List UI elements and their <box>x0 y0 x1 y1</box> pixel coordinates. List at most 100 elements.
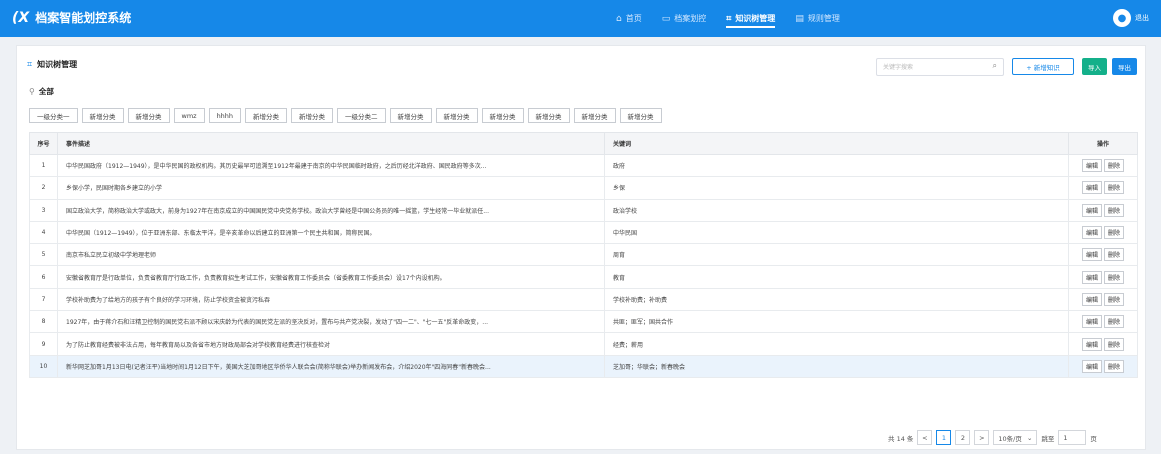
category-tabs: 一级分类一 新增分类 新增分类 wmz hhhh 新增分类 新增分类 一级分类二… <box>29 108 662 123</box>
jump-page-input[interactable]: 1 <box>1058 430 1087 445</box>
col-header-ops: 操作 <box>1068 132 1138 155</box>
edit-button[interactable]: 编辑 <box>1081 292 1102 306</box>
row-number: 7 <box>29 287 58 312</box>
pagination: 共 14 条 < 1 2 > 10条/页 ⌄ 跳至 1 页 <box>888 430 1097 445</box>
row-actions: 编辑 删除 <box>1068 153 1138 178</box>
search-box: ⌕ <box>876 58 1004 76</box>
row-description: 学校补助费为了给地方的孩子有个良好的学习环境，防止学校资金被贪污私吞 <box>57 287 605 312</box>
nav-rules[interactable]: ▤ 规则管理 <box>795 0 840 37</box>
prev-page-button[interactable]: < <box>917 430 933 445</box>
nav-archive[interactable]: ▭ 档案划控 <box>662 0 707 37</box>
edit-button[interactable]: 编辑 <box>1081 226 1102 240</box>
export-button[interactable]: 导出 <box>1112 58 1137 75</box>
knowledge-table: 序号 事件描述 关键词 操作 1 中华民国政府（1912—1949），是中华民国的… <box>29 132 1138 378</box>
edit-button[interactable]: 编辑 <box>1081 315 1102 329</box>
table-row: 6 安徽省教育厅是行政单位，负责省教育厅行政工作，负责教育招生考试工作，安徽省教育… <box>29 265 1138 289</box>
delete-button[interactable]: 删除 <box>1104 226 1125 240</box>
category-tab[interactable]: 新增分类 <box>435 108 478 123</box>
category-tab[interactable]: 新增分类 <box>291 108 334 123</box>
page-size-value: 10条/页 <box>998 434 1022 443</box>
row-number: 1 <box>29 153 58 178</box>
edit-button[interactable]: 编辑 <box>1081 359 1102 373</box>
next-page-button[interactable]: > <box>974 430 990 445</box>
row-description: 安徽省教育厅是行政单位，负责省教育厅行政工作，负责教育招生考试工作，安徽省教育工… <box>57 265 605 289</box>
logo-mark-icon: (X <box>12 9 30 26</box>
row-actions: 编辑 删除 <box>1068 198 1138 222</box>
delete-button[interactable]: 删除 <box>1104 359 1125 373</box>
table-row: 2 乡保小学，民国时期各乡建立的小学 乡保 编辑 删除 <box>29 176 1138 200</box>
row-description: 乡保小学，民国时期各乡建立的小学 <box>57 176 605 200</box>
row-keyword: 芝加哥；华联会；新春晚会 <box>604 354 1069 378</box>
row-keyword: 政治学校 <box>604 198 1069 222</box>
category-tab[interactable]: 新增分类 <box>527 108 570 123</box>
row-description: 为了防止教育经费被非法占用，每年教育局以及各省市地方财政局部会对学校教育经费进行… <box>57 332 605 356</box>
delete-button[interactable]: 删除 <box>1104 203 1125 217</box>
category-tab[interactable]: 新增分类 <box>389 108 432 123</box>
search-icon[interactable]: ⌕ <box>993 61 997 71</box>
category-tab[interactable]: 一级分类一 <box>29 108 78 123</box>
table-row: 3 国立政治大学，简称政治大学或政大，前身为1927年在南京成立的中国国民党中央党… <box>29 198 1138 222</box>
nav-rules-label: 规则管理 <box>807 14 840 23</box>
delete-button[interactable]: 删除 <box>1104 292 1125 306</box>
edit-button[interactable]: 编辑 <box>1081 181 1102 195</box>
row-actions: 编辑 删除 <box>1068 332 1138 356</box>
category-tab[interactable]: 新增分类 <box>127 108 170 123</box>
row-actions: 编辑 删除 <box>1068 265 1138 289</box>
row-description: 南京市私立民立初级中学地理老师 <box>57 243 605 267</box>
user-avatar-icon: ● <box>1113 9 1131 27</box>
app-title: 档案智能划控系统 <box>35 11 132 25</box>
row-actions: 编辑 删除 <box>1068 354 1138 378</box>
table-row: 1 中华民国政府（1912—1949），是中华民国的政权机构。其历史最早可追溯至1… <box>29 153 1138 178</box>
edit-button[interactable]: 编辑 <box>1081 159 1102 173</box>
category-tab[interactable]: 新增分类 <box>619 108 662 123</box>
category-tab[interactable]: 新增分类 <box>573 108 616 123</box>
category-tab[interactable]: hhhh <box>208 108 242 123</box>
category-tab[interactable]: 新增分类 <box>245 108 288 123</box>
search-input[interactable] <box>877 59 981 75</box>
category-tab[interactable]: 一级分类二 <box>337 108 386 123</box>
logout-link[interactable]: 退出 <box>1135 13 1149 23</box>
table-row: 8 1927年，由于蒋介石和汪精卫控制的国民党右派不顾以宋庆龄为代表的国民党左派的… <box>29 310 1138 334</box>
add-knowledge-button[interactable]: + 新增知识 <box>1012 58 1074 75</box>
edit-button[interactable]: 编辑 <box>1081 203 1102 217</box>
import-button[interactable]: 导入 <box>1082 58 1107 75</box>
nav-archive-label: 档案划控 <box>674 14 707 23</box>
table-row: 4 中华民国（1912—1949），位于亚洲东部、东临太平洋，是辛亥革命以后建立的… <box>29 220 1138 245</box>
delete-button[interactable]: 删除 <box>1104 270 1125 284</box>
row-description: 新华网芝加哥1月13日电(记者汪平)当地时间1月12日下午，美国大芝加哥地区华侨… <box>57 354 605 378</box>
nav-knowledge-tree[interactable]: ⌗ 知识树管理 <box>726 0 776 37</box>
page-button-2[interactable]: 2 <box>955 430 971 445</box>
row-actions: 编辑 删除 <box>1068 220 1138 245</box>
row-actions: 编辑 删除 <box>1068 243 1138 267</box>
row-number: 10 <box>29 354 58 378</box>
page-size-select[interactable]: 10条/页 ⌄ <box>993 430 1038 445</box>
chevron-down-icon: ⌄ <box>1026 433 1033 442</box>
all-filter[interactable]: ⚲ 全部 <box>29 86 54 97</box>
col-header-desc: 事件描述 <box>57 132 605 155</box>
edit-button[interactable]: 编辑 <box>1081 270 1102 284</box>
table-header-row: 序号 事件描述 关键词 操作 <box>29 132 1138 155</box>
edit-button[interactable]: 编辑 <box>1081 337 1102 351</box>
page-button-1[interactable]: 1 <box>936 430 952 445</box>
delete-button[interactable]: 删除 <box>1104 159 1125 173</box>
table-row: 10 新华网芝加哥1月13日电(记者汪平)当地时间1月12日下午，美国大芝加哥地区… <box>29 354 1138 378</box>
nav-home[interactable]: ⌂ 首页 <box>616 0 642 37</box>
row-keyword: 学校补助费；补助费 <box>604 287 1069 312</box>
row-description: 中华民国政府（1912—1949），是中华民国的政权机构。其历史最早可追溯至19… <box>57 153 605 178</box>
table-row: 7 学校补助费为了给地方的孩子有个良好的学习环境，防止学校资金被贪污私吞 学校补助费… <box>29 287 1138 312</box>
category-tab[interactable]: 新增分类 <box>81 108 124 123</box>
delete-button[interactable]: 删除 <box>1104 181 1125 195</box>
delete-button[interactable]: 删除 <box>1104 315 1125 329</box>
table-row: 5 南京市私立民立初级中学地理老师 周育 编辑 删除 <box>29 243 1138 267</box>
category-tab[interactable]: wmz <box>173 108 205 123</box>
col-header-no: 序号 <box>29 132 58 155</box>
delete-button[interactable]: 删除 <box>1104 337 1125 351</box>
row-keyword: 教育 <box>604 265 1069 289</box>
col-header-keyword: 关键词 <box>604 132 1069 155</box>
user-menu[interactable]: ● 退出 <box>1113 9 1149 27</box>
row-number: 2 <box>29 176 58 200</box>
delete-button[interactable]: 删除 <box>1104 248 1125 262</box>
nav-home-label: 首页 <box>625 14 642 23</box>
edit-button[interactable]: 编辑 <box>1081 248 1102 262</box>
category-tab[interactable]: 新增分类 <box>481 108 524 123</box>
